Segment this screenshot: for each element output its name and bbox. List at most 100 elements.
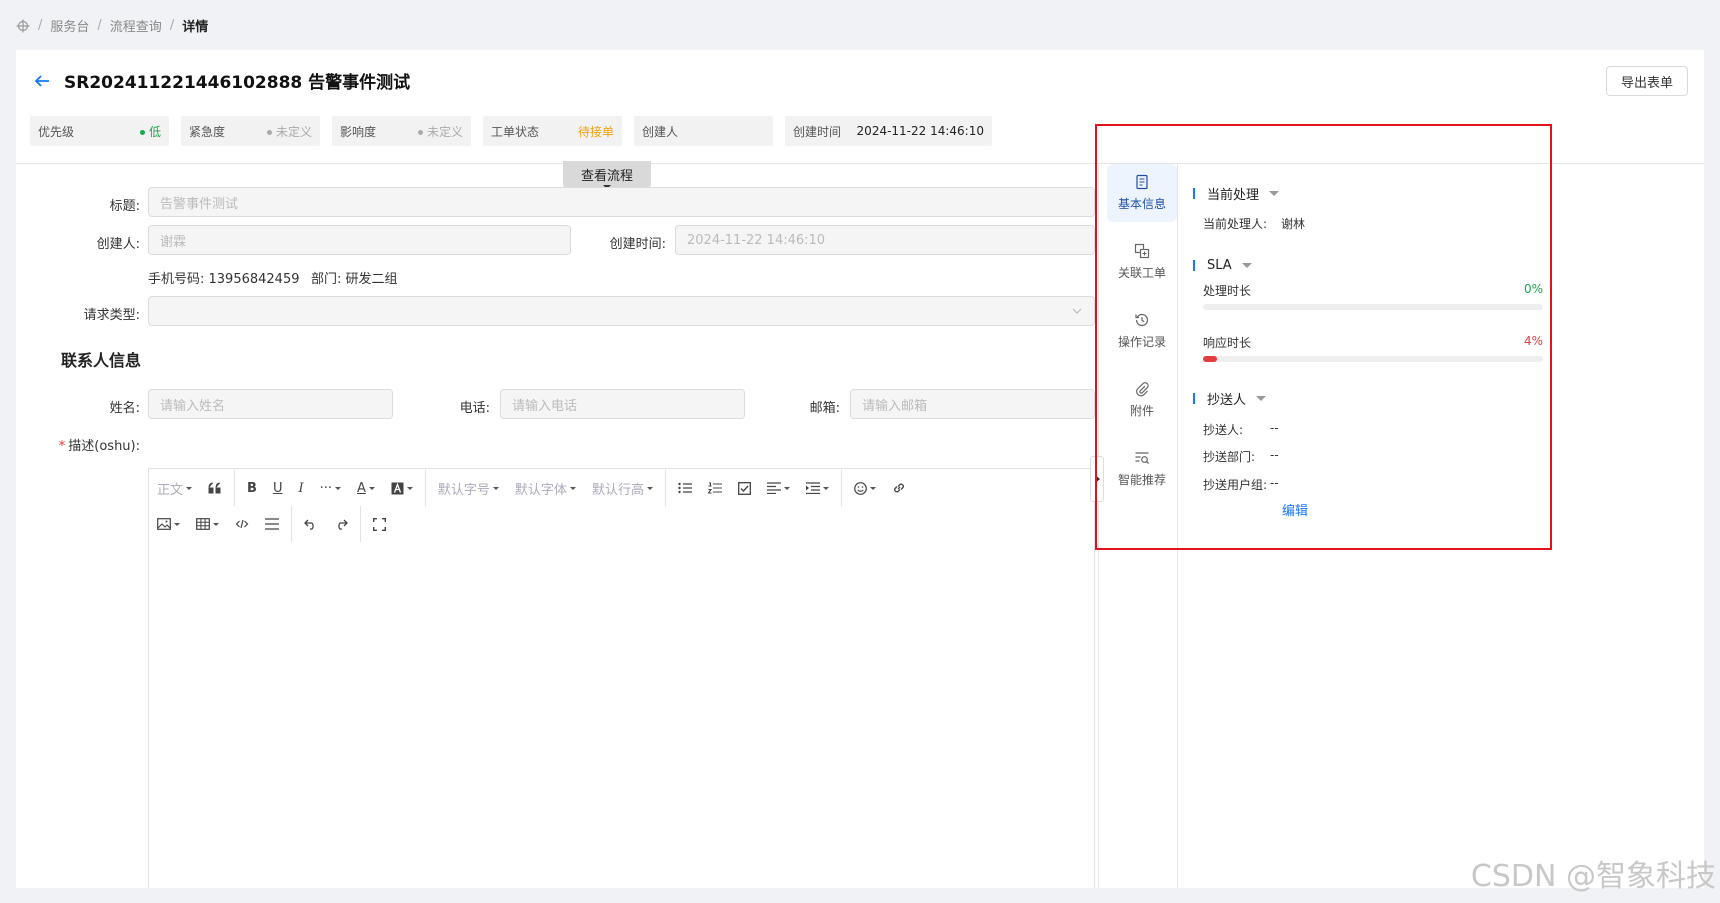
side-nav-item-related-tickets[interactable]: 关联工单	[1106, 233, 1178, 291]
back-arrow-icon[interactable]	[32, 71, 52, 91]
meta-urgency-value-wrap: 未定义	[266, 123, 312, 140]
divider-line-button[interactable]	[257, 510, 287, 538]
sla-header[interactable]: SLA	[1193, 258, 1252, 273]
caret-down-icon	[335, 486, 341, 490]
title-label: 标题:	[109, 199, 140, 214]
meta-impact-value: 未定义	[426, 124, 463, 139]
align-button[interactable]	[759, 474, 798, 502]
sla-title: SLA	[1207, 258, 1232, 273]
font-size-select-label: 默认字号	[437, 482, 490, 498]
more-style-button[interactable]: ···	[312, 474, 349, 502]
numbered-list-icon	[707, 482, 722, 494]
status-dot	[266, 129, 272, 135]
caret-down-icon	[783, 486, 790, 490]
cc-edit-link[interactable]: 编辑	[1282, 500, 1308, 519]
side-nav-item-history[interactable]: 操作记录	[1106, 302, 1178, 360]
indent-icon	[805, 482, 820, 494]
horizontal-rule-icon	[265, 518, 279, 530]
watermark: CSDN @智象科技	[1470, 859, 1716, 894]
title-bar: SR202411221446102888 告警事件测试	[32, 68, 410, 93]
request-type-select[interactable]	[148, 296, 1095, 326]
meta-urgency-label: 紧急度	[189, 124, 226, 139]
redo-button[interactable]	[326, 510, 356, 538]
editor-toolbar-row-1: 正文 B U I ··· A 默认字号 默认字体 默认行高	[149, 470, 914, 506]
bullet-list-button[interactable]	[670, 474, 700, 502]
emoji-button[interactable]	[846, 474, 884, 502]
status-dot	[139, 129, 145, 135]
meta-priority-label: 优先级	[38, 124, 75, 139]
meta-impact: 影响度 未定义	[332, 116, 471, 146]
rich-text-editor[interactable]: 正文 B U I ··· A 默认字号 默认字体 默认行高	[148, 468, 1095, 888]
breadcrumb-item-service-desk[interactable]: 服务台	[50, 16, 89, 35]
toolbar-divider	[664, 470, 666, 506]
quote-button[interactable]	[200, 474, 230, 502]
panel-divider	[1098, 163, 1099, 888]
request-type-label: 请求类型:	[83, 308, 140, 323]
indent-button[interactable]	[798, 474, 837, 502]
paragraph-select[interactable]: 正文	[149, 474, 200, 502]
name-input[interactable]: 请输入姓名	[148, 389, 393, 419]
redo-icon	[338, 519, 348, 530]
undo-button[interactable]	[296, 510, 326, 538]
underline-button[interactable]: U	[265, 474, 291, 502]
email-input[interactable]: 请输入邮箱	[850, 389, 1095, 419]
insert-link-button[interactable]	[884, 474, 914, 502]
meta-creator: 创建人	[634, 116, 773, 146]
numbered-list-button[interactable]	[700, 474, 730, 502]
background-color-button[interactable]	[383, 474, 421, 502]
caret-down-icon	[186, 486, 193, 490]
side-nav-item-smart-recommend[interactable]: 智能推荐	[1106, 440, 1178, 498]
response-duration-percent: 4%	[1523, 334, 1543, 348]
breadcrumb-separator: /	[38, 18, 43, 33]
caret-down-icon	[406, 486, 413, 490]
bold-button[interactable]: B	[239, 474, 265, 502]
font-family-select[interactable]: 默认字体	[507, 474, 584, 502]
crosshair-home-icon[interactable]	[16, 19, 30, 33]
current-handler-label: 当前处理人:	[1203, 217, 1268, 231]
fullscreen-button[interactable]	[365, 510, 394, 538]
creator-input[interactable]: 谢霖	[148, 225, 571, 255]
side-nav-item-attachments[interactable]: 附件	[1106, 371, 1178, 429]
meta-urgency-value: 未定义	[275, 124, 312, 139]
created-time-input[interactable]: 2024-11-22 14:46:10	[675, 225, 1095, 255]
link-tickets-icon	[1134, 243, 1150, 259]
align-left-icon	[766, 482, 781, 494]
font-family-select-label: 默认字体	[514, 482, 567, 498]
meta-created-time: 创建时间 2024-11-22 14:46:10	[785, 116, 992, 146]
meta-row: 优先级 低 紧急度 未定义 影响度 未定义 工单状态 待接单 创建人 创建时间 …	[30, 116, 992, 146]
title-input[interactable]: 告警事件测试	[148, 187, 1095, 217]
cc-header[interactable]: 抄送人	[1193, 389, 1267, 408]
side-nav-label: 关联工单	[1117, 266, 1166, 280]
tel-input[interactable]: 请输入电话	[500, 389, 745, 419]
meta-urgency: 紧急度 未定义	[181, 116, 320, 146]
insert-table-button[interactable]	[188, 510, 227, 538]
font-size-select[interactable]: 默认字号	[430, 474, 507, 502]
tel-label: 电话:	[459, 401, 490, 416]
side-nav-label: 基本信息	[1117, 197, 1166, 211]
line-height-select[interactable]: 默认行高	[584, 474, 661, 502]
bullet-list-icon	[678, 482, 692, 494]
image-icon	[157, 518, 171, 530]
side-nav-item-basic-info[interactable]: 基本信息	[1107, 164, 1177, 222]
export-form-button[interactable]: 导出表单	[1605, 66, 1688, 96]
cc-title: 抄送人	[1207, 393, 1247, 408]
insert-image-button[interactable]	[149, 510, 188, 538]
collapse-panel-handle[interactable]	[1090, 456, 1104, 502]
required-mark: *	[58, 439, 66, 454]
italic-button[interactable]: I	[290, 474, 311, 502]
todo-list-button[interactable]	[730, 474, 759, 502]
contact-section-title: 联系人信息	[61, 351, 142, 370]
caret-right-icon	[1095, 475, 1100, 483]
current-handling-header[interactable]: 当前处理	[1193, 184, 1280, 203]
caret-down-icon	[569, 486, 576, 490]
current-handler-value: 谢林	[1281, 217, 1306, 231]
caret-down-icon	[1269, 191, 1280, 196]
breadcrumb-item-flow-query[interactable]: 流程查询	[110, 16, 162, 35]
department-info: 部门: 研发二组	[311, 272, 398, 287]
caret-down-icon	[213, 522, 219, 526]
font-color-button[interactable]: A	[349, 474, 383, 502]
code-button[interactable]	[227, 510, 257, 538]
table-icon	[196, 518, 210, 530]
response-duration-label: 响应时长	[1203, 336, 1252, 350]
fullscreen-icon	[373, 517, 386, 531]
